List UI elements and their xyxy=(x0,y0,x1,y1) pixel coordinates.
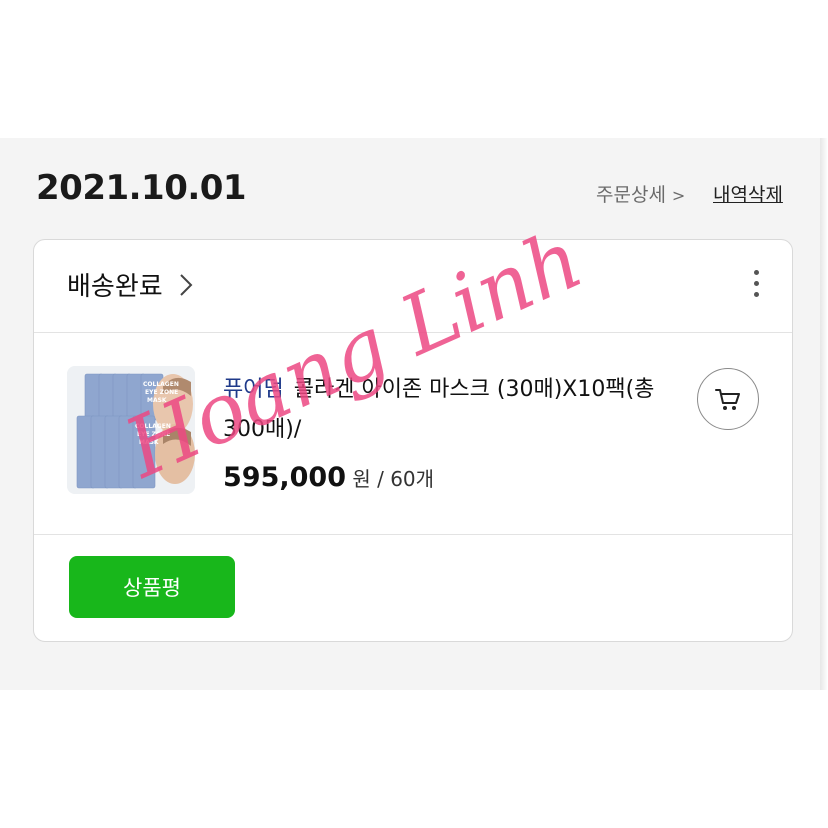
divider xyxy=(34,534,792,535)
cart-icon xyxy=(715,389,740,410)
chevron-right-icon xyxy=(180,274,193,296)
add-to-cart-button[interactable] xyxy=(697,368,759,430)
svg-text:EYE ZONE: EYE ZONE xyxy=(137,431,170,438)
order-detail-link[interactable]: 주문상세 > xyxy=(596,180,685,207)
product-thumbnail[interactable]: COLLAGEN EYE ZONE MASK COLLAGEN EYE ZONE… xyxy=(67,366,195,494)
price-value: 595,000 xyxy=(223,462,346,493)
order-card: 배송완료 COLLAGEN EYE ZONE MASK COLLAGEN EYE… xyxy=(33,239,793,642)
svg-text:COLLAGEN: COLLAGEN xyxy=(143,381,179,388)
svg-text:MASK: MASK xyxy=(139,439,159,446)
product-name: 콜라겐 아이존 마스크 (30매)X10팩(총300매)/ xyxy=(223,377,655,442)
svg-text:COLLAGEN: COLLAGEN xyxy=(135,423,171,430)
chevron-right-icon: > xyxy=(671,186,686,205)
brand-name[interactable]: 퓨어덤 xyxy=(223,377,284,402)
delivery-status-link[interactable]: 배송완료 xyxy=(67,266,193,303)
product-image: COLLAGEN EYE ZONE MASK COLLAGEN EYE ZONE… xyxy=(67,366,195,494)
delivery-status-label: 배송완료 xyxy=(67,272,163,302)
product-title[interactable]: 퓨어덤 콜라겐 아이존 마스크 (30매)X10팩(총300매)/ xyxy=(223,370,683,450)
delete-history-link[interactable]: 내역삭제 xyxy=(713,180,783,207)
edge-shadow xyxy=(820,138,828,690)
currency-label: 원 xyxy=(352,467,371,491)
svg-text:EYE ZONE: EYE ZONE xyxy=(145,389,178,396)
product-review-button[interactable]: 상품평 xyxy=(69,556,235,618)
order-date: 2021.10.01 xyxy=(36,168,247,208)
quantity-label: / 60개 xyxy=(370,467,435,491)
divider xyxy=(34,332,792,333)
order-detail-label: 주문상세 xyxy=(596,184,666,206)
price-line: 595,000 원 / 60개 xyxy=(223,462,434,493)
svg-text:MASK: MASK xyxy=(147,397,167,404)
more-vertical-icon[interactable] xyxy=(748,270,764,302)
